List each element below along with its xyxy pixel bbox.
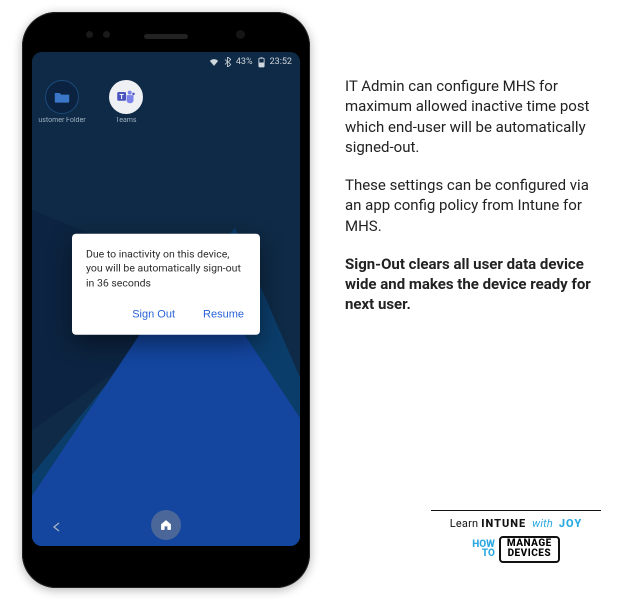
bluetooth-icon xyxy=(224,57,231,67)
home-button[interactable] xyxy=(151,510,181,540)
explanatory-text: IT Admin can configure MHS for maximum a… xyxy=(345,76,595,333)
teams-icon: T xyxy=(109,80,143,114)
footer-intune: INTUNE xyxy=(481,517,526,530)
resume-button[interactable]: Resume xyxy=(201,304,246,324)
phone-frame: 43% 23:52 ustomer Folder T xyxy=(22,12,310,588)
footer-with: with xyxy=(532,517,553,530)
dialog-message: Due to inactivity on this device, you wi… xyxy=(86,248,246,291)
footer-logo: HOW TO MANAGE DEVICES xyxy=(472,536,560,563)
phone-screen: 43% 23:52 ustomer Folder T xyxy=(32,52,300,546)
paragraph-1: IT Admin can configure MHS for maximum a… xyxy=(345,76,595,157)
manage-devices-box: MANAGE DEVICES xyxy=(499,536,560,563)
clock: 23:52 xyxy=(270,57,292,67)
phone-sensors xyxy=(86,31,110,38)
app-teams[interactable]: T Teams xyxy=(102,80,150,124)
home-apps-row: ustomer Folder T Teams xyxy=(38,80,150,124)
app-label: Teams xyxy=(102,117,150,124)
inactivity-dialog: Due to inactivity on this device, you wi… xyxy=(72,234,260,335)
sign-out-button[interactable]: Sign Out xyxy=(130,304,177,324)
status-bar: 43% 23:52 xyxy=(32,52,300,70)
footer-devices: DEVICES xyxy=(507,549,552,559)
battery-percent: 43% xyxy=(236,57,253,67)
app-label: ustomer Folder xyxy=(38,117,86,124)
android-nav-bar xyxy=(32,510,300,540)
app-customer-folder[interactable]: ustomer Folder xyxy=(38,80,86,124)
footer-learn: Learn xyxy=(450,517,479,530)
footer-branding: Learn INTUNE with JOY HOW TO MANAGE DEVI… xyxy=(431,510,601,563)
paragraph-3: Sign-Out clears all user data device wid… xyxy=(345,254,595,315)
howto-icon: HOW TO xyxy=(472,541,495,558)
footer-joy: JOY xyxy=(559,517,582,530)
dialog-actions: Sign Out Resume xyxy=(86,304,246,328)
footer-to: TO xyxy=(472,550,495,559)
paragraph-2: These settings can be configured via an … xyxy=(345,175,595,236)
wifi-icon xyxy=(209,58,219,67)
battery-icon xyxy=(258,57,265,68)
folder-icon xyxy=(45,80,79,114)
footer-tagline: Learn INTUNE with JOY xyxy=(431,517,601,530)
